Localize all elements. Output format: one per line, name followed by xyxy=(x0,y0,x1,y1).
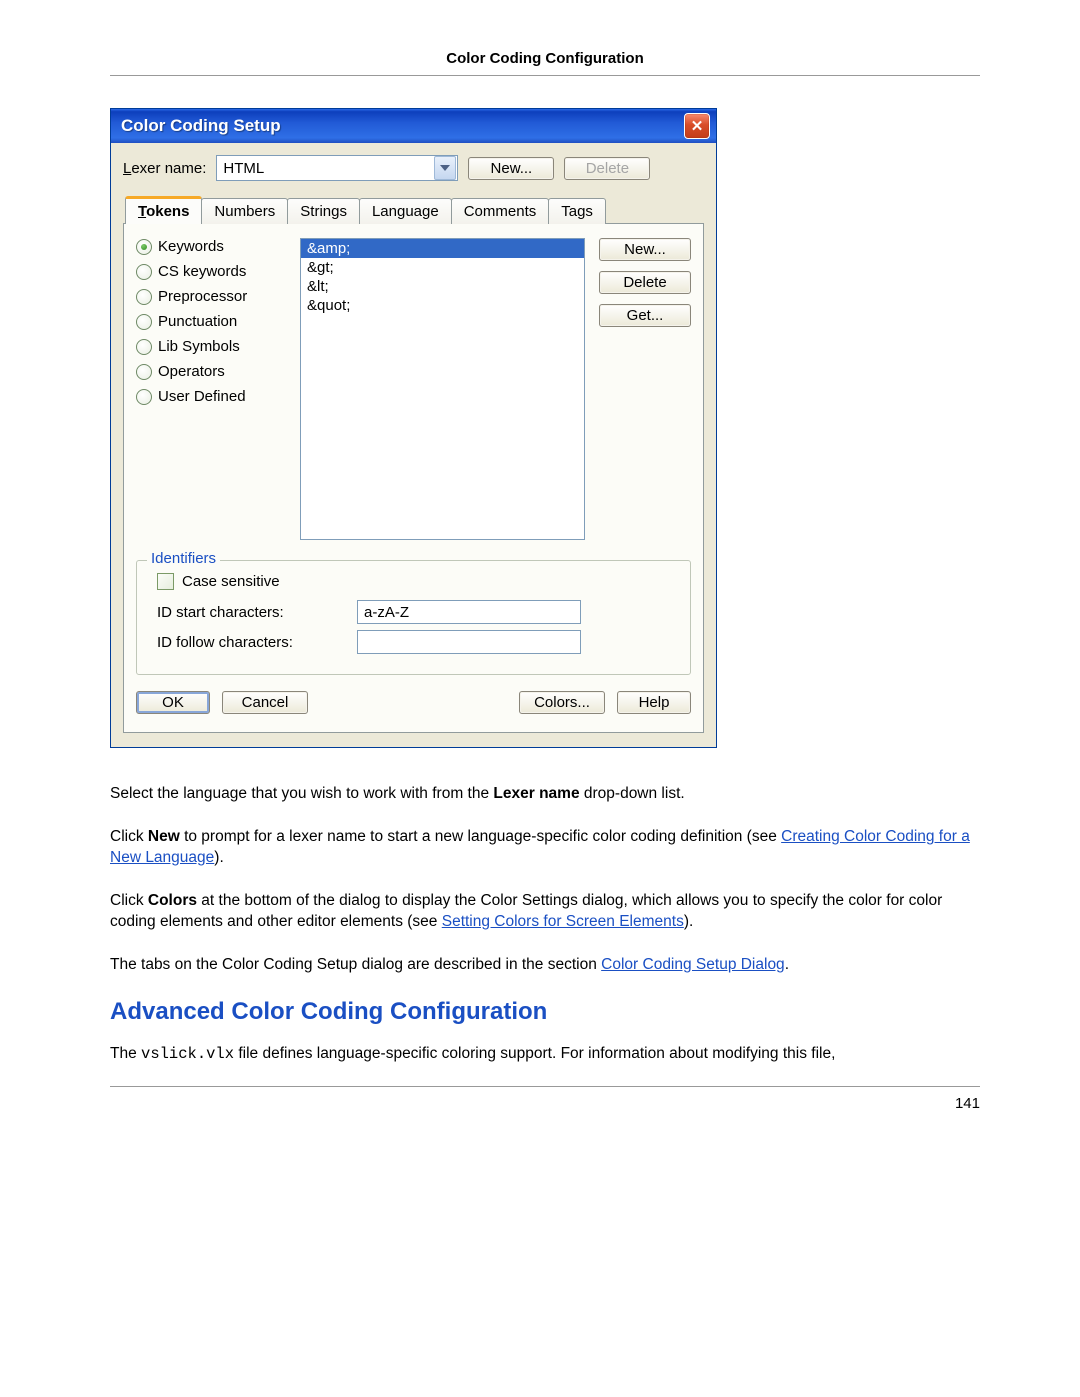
id-follow-label: ID follow characters: xyxy=(157,634,337,651)
tab-strip: Tokens Numbers Strings Language Comments… xyxy=(123,195,704,224)
link-setup-dialog[interactable]: Color Coding Setup Dialog xyxy=(601,956,785,973)
get-token-button[interactable]: Get... xyxy=(599,304,691,327)
id-follow-input[interactable] xyxy=(357,630,581,654)
case-sensitive-checkbox[interactable]: Case sensitive xyxy=(157,573,676,590)
radio-preprocessor[interactable]: Preprocessor xyxy=(136,288,286,305)
id-start-label: ID start characters: xyxy=(157,604,337,621)
radio-punctuation[interactable]: Punctuation xyxy=(136,313,286,330)
lexer-name-input[interactable] xyxy=(217,160,433,177)
radio-operators[interactable]: Operators xyxy=(136,363,286,380)
paragraph: Select the language that you wish to wor… xyxy=(110,784,980,805)
dialog-title: Color Coding Setup xyxy=(121,116,281,136)
new-token-button[interactable]: New... xyxy=(599,238,691,261)
token-list[interactable]: &amp; &gt; &lt; &quot; xyxy=(300,238,585,540)
color-coding-setup-dialog: Color Coding Setup ✕ Lexer name: New... … xyxy=(110,108,717,748)
body-text: Select the language that you wish to wor… xyxy=(110,784,980,1064)
radio-cs-keywords[interactable]: CS keywords xyxy=(136,263,286,280)
paragraph: Click New to prompt for a lexer name to … xyxy=(110,827,980,869)
tab-strings[interactable]: Strings xyxy=(287,198,360,224)
close-icon[interactable]: ✕ xyxy=(684,113,710,139)
id-start-input[interactable] xyxy=(357,600,581,624)
titlebar: Color Coding Setup ✕ xyxy=(111,109,716,143)
section-heading: Advanced Color Coding Configuration xyxy=(110,998,980,1026)
page-header: Color Coding Configuration xyxy=(110,50,980,76)
tab-language[interactable]: Language xyxy=(359,198,452,224)
page-footer: 141 xyxy=(110,1086,980,1112)
tab-tokens[interactable]: Tokens xyxy=(125,196,202,224)
tab-tags[interactable]: Tags xyxy=(548,198,606,224)
paragraph: The vslick.vlx file defines language-spe… xyxy=(110,1044,980,1065)
list-item[interactable]: &quot; xyxy=(301,296,584,315)
list-item[interactable]: &lt; xyxy=(301,277,584,296)
radio-lib-symbols[interactable]: Lib Symbols xyxy=(136,338,286,355)
list-item[interactable]: &amp; xyxy=(301,239,584,258)
delete-lexer-button: Delete xyxy=(564,157,650,180)
list-item[interactable]: &gt; xyxy=(301,258,584,277)
paragraph: The tabs on the Color Coding Setup dialo… xyxy=(110,955,980,976)
help-button[interactable]: Help xyxy=(617,691,691,714)
radio-user-defined[interactable]: User Defined xyxy=(136,388,286,405)
identifiers-legend: Identifiers xyxy=(147,550,220,567)
token-type-radios: Keywords CS keywords Preprocessor Punctu… xyxy=(136,238,286,540)
tab-comments[interactable]: Comments xyxy=(451,198,550,224)
radio-keywords[interactable]: Keywords xyxy=(136,238,286,255)
checkbox-icon[interactable] xyxy=(157,573,174,590)
new-lexer-button[interactable]: New... xyxy=(468,157,554,180)
tab-numbers[interactable]: Numbers xyxy=(201,198,288,224)
link-setting-colors[interactable]: Setting Colors for Screen Elements xyxy=(442,913,684,930)
cancel-button[interactable]: Cancel xyxy=(222,691,308,714)
lexer-name-label: Lexer name: xyxy=(123,160,206,177)
chevron-down-icon[interactable] xyxy=(434,156,456,180)
ok-button[interactable]: OK xyxy=(136,691,210,714)
colors-button[interactable]: Colors... xyxy=(519,691,605,714)
tokens-panel: Keywords CS keywords Preprocessor Punctu… xyxy=(123,224,704,733)
paragraph: Click Colors at the bottom of the dialog… xyxy=(110,891,980,933)
lexer-name-combo[interactable] xyxy=(216,155,458,181)
delete-token-button[interactable]: Delete xyxy=(599,271,691,294)
identifiers-group: Identifiers Case sensitive ID start char… xyxy=(136,560,691,675)
